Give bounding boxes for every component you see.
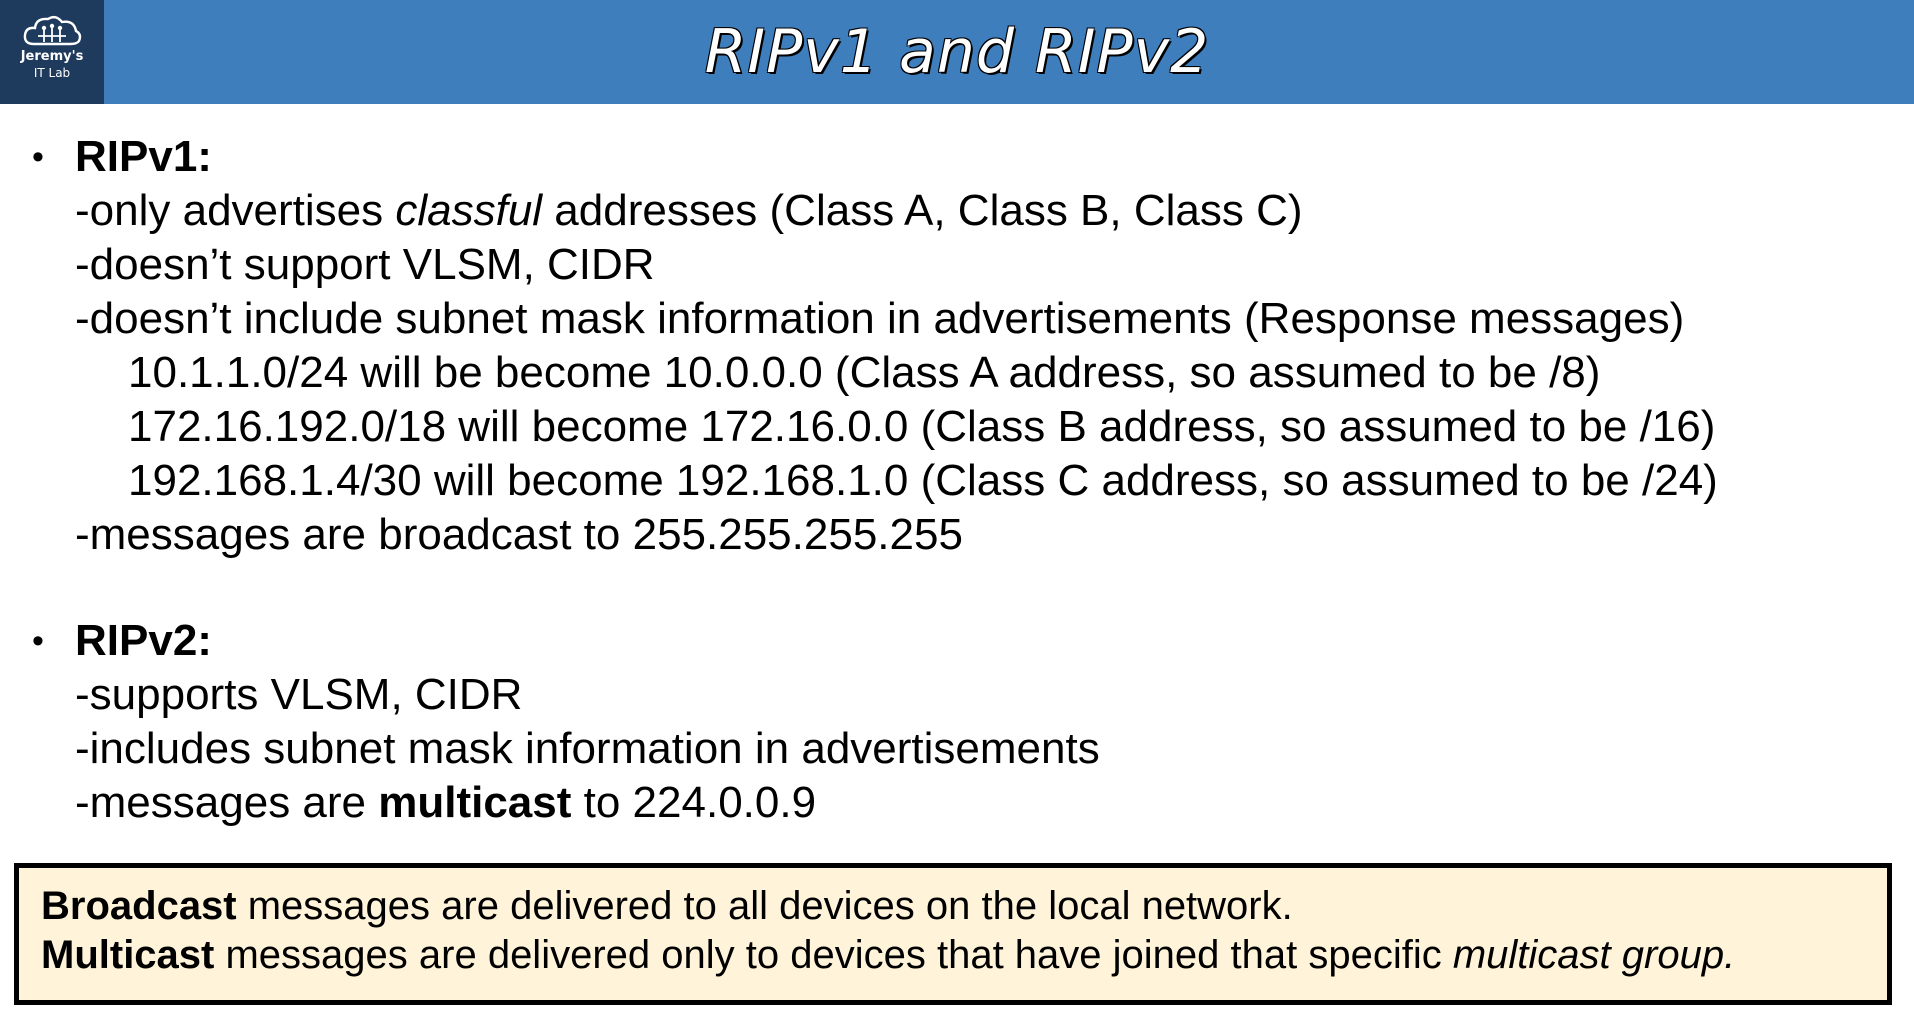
ripv1-example-class-a: 10.1.1.0/24 will be become 10.0.0.0 (Cla… [128,348,1601,397]
ripv1-line-vlsm: -doesn’t support VLSM, CIDR [75,240,655,289]
ripv1-example-class-b: 172.16.192.0/18 will become 172.16.0.0 (… [128,402,1716,451]
ripv2-heading-text: RIPv2: [75,616,212,665]
ripv1-line-classful: -only advertises classful addresses (Cla… [0,184,1914,238]
slide: Jeremy's IT Lab RIPv1 and RIPv2 • RIPv1:… [0,0,1914,1015]
ripv1-example-class-c: 192.168.1.4/30 will become 192.168.1.0 (… [128,456,1718,505]
note-multicast-term: Multicast [41,933,215,977]
bullet-icon: • [32,622,44,660]
ripv2-heading: • RIPv2: [0,614,1914,668]
ripv1-heading: • RIPv1: [0,130,1914,184]
ripv2-line-subnet-mask: -includes subnet mask information in adv… [75,724,1100,773]
ripv2-line3-prefix: -messages are [75,778,379,827]
note-multicast-text: messages are delivered only to devices t… [214,933,1453,977]
logo: Jeremy's IT Lab [0,0,104,104]
ripv1-line1-prefix: -only advertises [75,186,396,235]
note-multicast-group: multicast group. [1452,933,1736,977]
ripv2-line3-bold: multicast [378,778,572,827]
logo-text-line1: Jeremy's [20,49,84,64]
ripv1-line1-italic: classful [395,186,543,235]
bullet-icon: • [32,138,44,176]
ripv2-line-vlsm: -supports VLSM, CIDR [75,670,523,719]
note-broadcast-text: messages are delivered to all devices on… [236,884,1293,928]
logo-text-line2: IT Lab [33,66,71,80]
ripv1-line-subnet-mask: -doesn’t include subnet mask information… [75,294,1685,343]
cloud-network-icon [23,15,82,46]
ripv1-line-broadcast: -messages are broadcast to 255.255.255.2… [75,510,963,559]
note-multicast-line: Multicast messages are delivered only to… [41,931,1887,980]
slide-title: RIPv1 and RIPv2 [704,17,1210,87]
ripv2-line-multicast: -messages are multicast to 224.0.0.9 [0,776,1914,830]
definition-note-box: Broadcast messages are delivered to all … [14,863,1892,1005]
slide-content: • RIPv1: -only advertises classful addre… [0,130,1914,830]
ripv1-line1-suffix: addresses (Class A, Class B, Class C) [542,186,1303,235]
header-bar: Jeremy's IT Lab RIPv1 and RIPv2 [0,0,1914,104]
note-broadcast-term: Broadcast [41,884,237,928]
ripv1-heading-text: RIPv1: [75,132,212,181]
ripv2-line3-suffix: to 224.0.0.9 [571,778,817,827]
note-broadcast-line: Broadcast messages are delivered to all … [41,882,1887,931]
